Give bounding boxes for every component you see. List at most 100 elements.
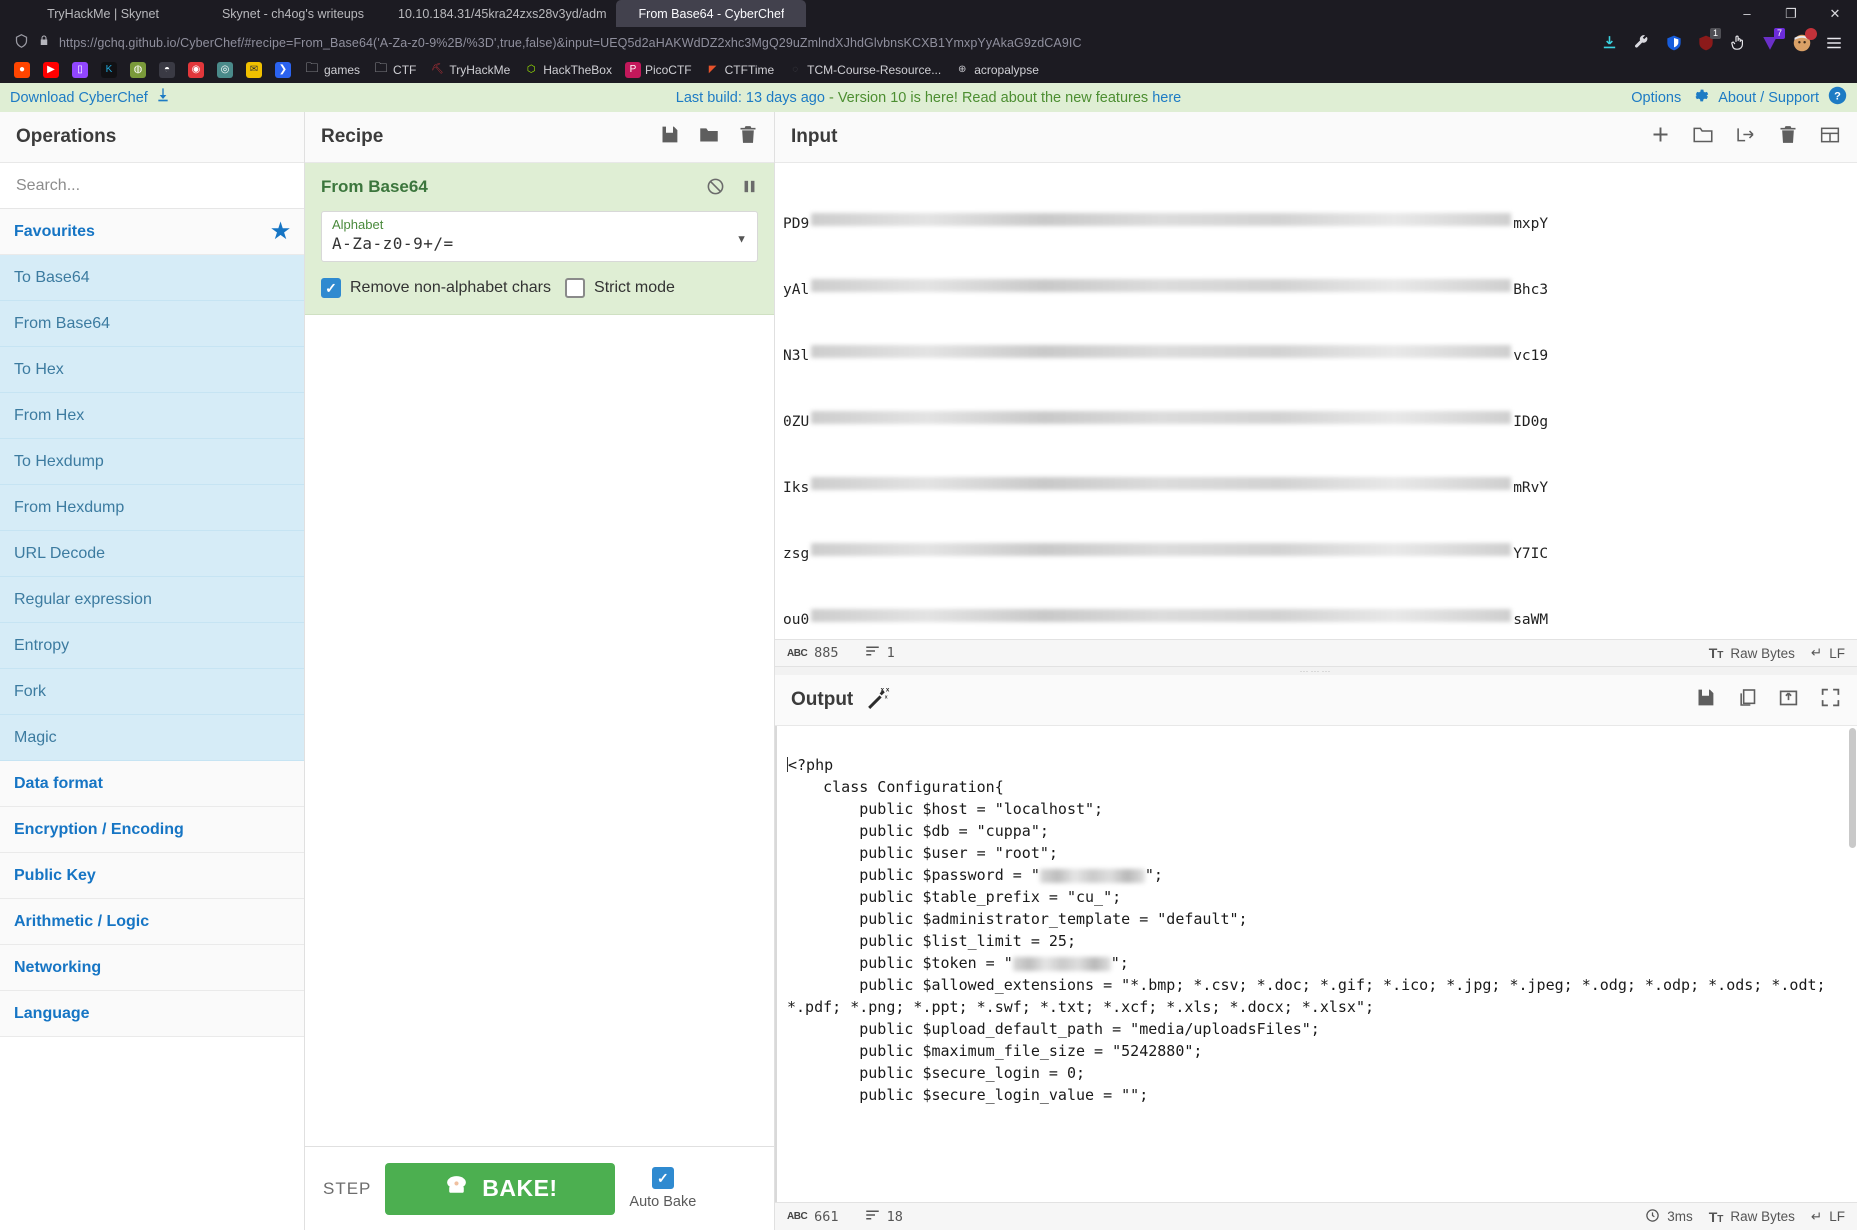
operation-from-hex[interactable]: From Hex (0, 393, 304, 439)
open-folder-icon[interactable] (1692, 124, 1714, 150)
checkbox-box-unchecked[interactable] (565, 278, 586, 298)
io-splitter[interactable]: ⋯⋯⋯ (775, 666, 1857, 676)
clear-io-icon[interactable] (1778, 124, 1798, 150)
save-output-icon[interactable] (1695, 687, 1716, 713)
strict-mode-checkbox[interactable]: Strict mode (565, 278, 675, 298)
recipe-op-from-base64[interactable]: From Base64 Alphabet A-Za-z0-9+/= ▼ ✓ Re… (305, 163, 774, 315)
operation-url-decode[interactable]: URL Decode (0, 531, 304, 577)
browser-tab-1[interactable]: TryHackMe | Skynet (8, 0, 198, 27)
browser-tab-2[interactable]: Skynet - ch4og's writeups (198, 0, 388, 27)
tabs-layout-icon[interactable] (1819, 125, 1841, 150)
alphabet-value[interactable]: A-Za-z0-9+/= (332, 233, 747, 255)
magic-wand-icon[interactable]: xxx (865, 685, 890, 716)
about-support-link[interactable]: About / Support (1718, 90, 1819, 106)
maximize-button[interactable]: ❐ (1769, 0, 1813, 27)
bake-button[interactable]: BAKE! (385, 1162, 616, 1215)
operation-to-hexdump[interactable]: To Hexdump (0, 439, 304, 485)
downloads-icon[interactable] (1600, 33, 1619, 52)
address-field[interactable]: https://gchq.github.io/CyberChef/#recipe… (8, 29, 1590, 57)
operation-fork[interactable]: Fork (0, 669, 304, 715)
extension-hand-icon[interactable] (1728, 33, 1747, 52)
bookmark-picoctf[interactable]: P PicoCTF (624, 61, 692, 78)
category-language[interactable]: Language (0, 991, 304, 1037)
operation-from-base64[interactable]: From Base64 (0, 301, 304, 347)
bookmark-item[interactable]: ● (14, 61, 30, 78)
disable-icon[interactable] (706, 177, 725, 201)
last-build-link[interactable]: Last build: 13 days ago (676, 90, 825, 106)
ublock-origin-icon[interactable]: 1 (1696, 28, 1721, 52)
load-recipe-icon[interactable] (698, 124, 720, 151)
downthemall-icon[interactable]: 7 (1760, 28, 1785, 52)
menu-hamburger-icon[interactable] (1824, 33, 1843, 52)
shield-icon[interactable] (14, 33, 29, 53)
open-file-as-input-icon[interactable] (1735, 124, 1757, 150)
bookmark-item[interactable]: K (101, 61, 117, 78)
options-link[interactable]: Options (1631, 90, 1681, 106)
bookmark-item[interactable]: ❯ (275, 61, 291, 78)
new-features-here-link[interactable]: here (1152, 90, 1181, 106)
wrench-icon[interactable] (1632, 33, 1651, 52)
chevron-down-icon[interactable]: ▼ (736, 233, 747, 245)
bookmark-item[interactable]: ◓ (159, 61, 175, 78)
category-encryption-encoding[interactable]: Encryption / Encoding (0, 807, 304, 853)
operation-from-hexdump[interactable]: From Hexdump (0, 485, 304, 531)
bookmark-item[interactable]: ▶ (43, 61, 59, 78)
bookmark-acropalypse[interactable]: ⊕ acropalypse (954, 62, 1039, 78)
operation-entropy[interactable]: Entropy (0, 623, 304, 669)
category-data-format[interactable]: Data format (0, 761, 304, 807)
save-recipe-icon[interactable] (659, 124, 680, 151)
step-button[interactable]: STEP (323, 1179, 371, 1199)
input-format-selector[interactable]: TT Raw Bytes (1709, 645, 1795, 661)
browser-tab-3[interactable]: 10.10.184.31/45kra24zxs28v3yd/adm (388, 0, 616, 27)
operation-to-base64[interactable]: To Base64 (0, 255, 304, 301)
category-arithmetic-logic[interactable]: Arithmetic / Logic (0, 899, 304, 945)
output-format-selector[interactable]: TT Raw Bytes (1709, 1209, 1795, 1225)
browser-tab-4-active[interactable]: From Base64 - CyberChef (616, 0, 807, 27)
bookmark-tcm-course[interactable]: ◌ TCM-Course-Resource... (787, 62, 941, 78)
category-favourites[interactable]: Favourites ★ (0, 209, 304, 255)
bookmark-folder-ctf[interactable]: 🗀 CTF (373, 60, 417, 78)
download-arrow-icon[interactable] (155, 87, 171, 108)
bookmark-ctftime[interactable]: ◤ CTFTime (705, 62, 774, 78)
bookmark-hackthebox[interactable]: ⬡ HackTheBox (523, 62, 612, 78)
replace-input-icon[interactable] (1778, 687, 1799, 713)
bookmark-item[interactable]: ◎ (217, 61, 233, 78)
bookmark-item[interactable]: ◍ (130, 61, 146, 78)
auto-bake-toggle[interactable]: ✓ Auto Bake (629, 1167, 696, 1210)
add-input-tab-icon[interactable] (1650, 124, 1671, 150)
checkbox-box-checked[interactable]: ✓ (321, 278, 341, 298)
search-input[interactable] (14, 175, 290, 196)
remove-non-alphabet-checkbox[interactable]: ✓ Remove non-alphabet chars (321, 278, 551, 298)
bitwarden-shield-icon[interactable] (1664, 33, 1683, 52)
download-cyberchef-link[interactable]: Download CyberChef (10, 90, 148, 106)
search-box[interactable] (0, 163, 304, 209)
checkbox-box-checked[interactable]: ✓ (651, 1167, 674, 1189)
account-avatar-icon[interactable] (1792, 28, 1817, 52)
bookmark-item[interactable]: ▯ (72, 61, 88, 78)
bookmark-item[interactable]: ◉ (188, 61, 204, 78)
padlock-icon[interactable] (38, 33, 50, 52)
question-circle-icon[interactable]: ? (1828, 86, 1847, 109)
category-public-key[interactable]: Public Key (0, 853, 304, 899)
bookmark-tryhackme[interactable]: ⛏ TryHackMe (429, 62, 510, 78)
operation-regular-expression[interactable]: Regular expression (0, 577, 304, 623)
output-eol-selector[interactable]: ↵ LF (1811, 1209, 1845, 1225)
close-window-button[interactable]: ✕ (1813, 0, 1857, 27)
gear-icon[interactable] (1690, 86, 1709, 109)
input-textarea[interactable]: PD9 mxpY yAl Bhc3 N3l vc19 0ZU ID0g Iks mRvY … (775, 163, 1857, 639)
input-line-suffix: vc19 (1513, 348, 1549, 364)
category-networking[interactable]: Networking (0, 945, 304, 991)
clear-recipe-icon[interactable] (738, 124, 758, 151)
maximise-output-icon[interactable] (1820, 687, 1841, 713)
operation-magic[interactable]: Magic (0, 715, 304, 761)
copy-output-icon[interactable] (1737, 687, 1757, 713)
operation-to-hex[interactable]: To Hex (0, 347, 304, 393)
bookmark-folder-games[interactable]: 🗀 games (304, 60, 360, 78)
pause-breakpoint-icon[interactable] (741, 177, 758, 201)
bookmark-item[interactable]: ✉ (246, 61, 262, 78)
alphabet-arg[interactable]: Alphabet A-Za-z0-9+/= ▼ (321, 211, 758, 262)
output-textarea[interactable]: <?php class Configuration{ public $host … (775, 726, 1857, 1202)
output-scrollbar[interactable] (1849, 728, 1856, 848)
input-eol-selector[interactable]: ↵ LF (1811, 645, 1845, 661)
minimize-button[interactable]: – (1725, 0, 1769, 27)
